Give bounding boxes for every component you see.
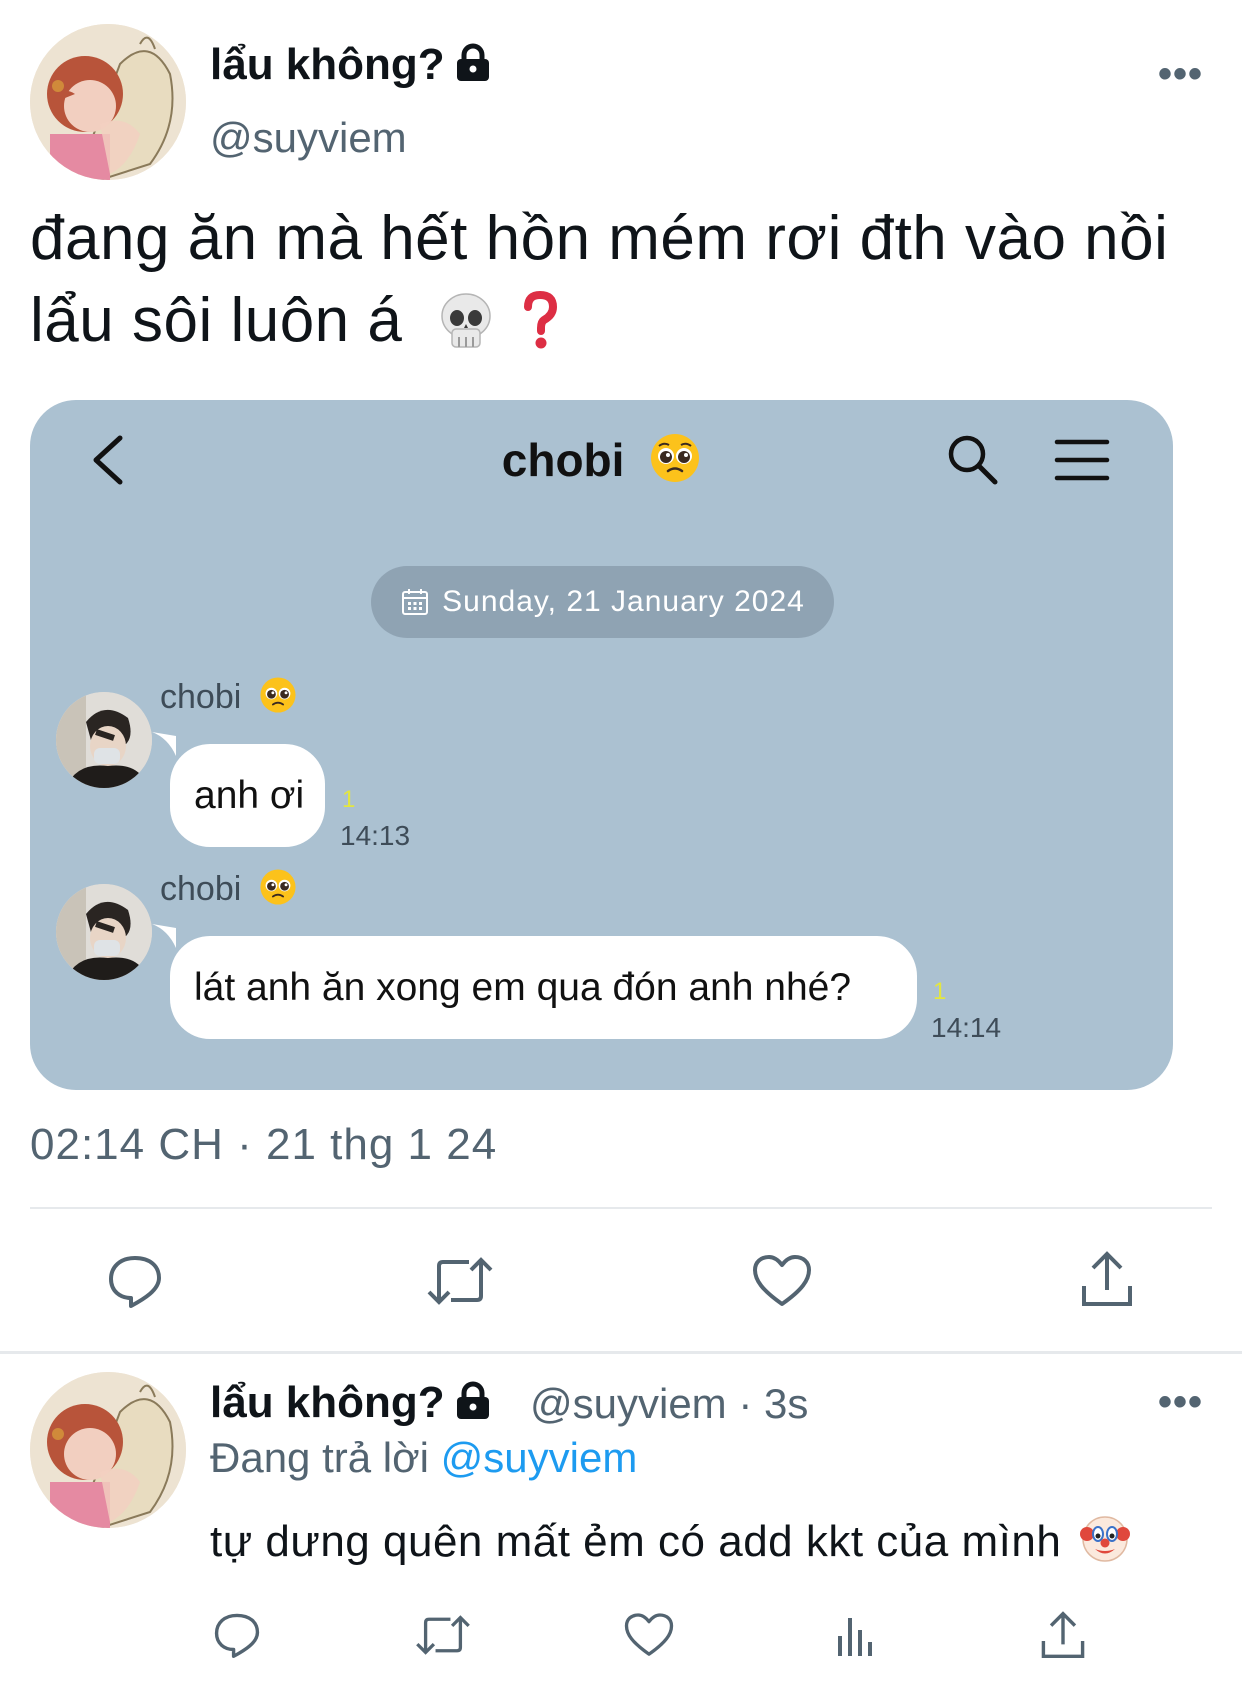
bubble-tail bbox=[152, 924, 176, 948]
bubble-tail bbox=[152, 732, 176, 756]
message-bubble: lát anh ăn xong em qua đón anh nhé? bbox=[170, 936, 917, 1039]
retweet-icon[interactable] bbox=[425, 1254, 495, 1308]
read-count: 1 bbox=[342, 786, 356, 813]
replying-to-mention[interactable]: @suyviem bbox=[441, 1434, 638, 1481]
like-icon[interactable] bbox=[752, 1254, 812, 1308]
user-handle[interactable]: @suyviem bbox=[210, 114, 407, 162]
lock-icon bbox=[455, 1381, 491, 1432]
user-avatar[interactable] bbox=[30, 24, 186, 180]
share-icon[interactable] bbox=[1080, 1250, 1134, 1308]
replying-prefix: Đang trả lời bbox=[210, 1434, 429, 1481]
views-icon[interactable] bbox=[834, 1614, 878, 1658]
menu-icon bbox=[1054, 439, 1110, 481]
message-time: 14:13 bbox=[340, 820, 411, 851]
reply-more-options-button[interactable]: ••• bbox=[1158, 1380, 1203, 1425]
chat-date-pill: Sunday, 21 January 2024 bbox=[371, 566, 834, 638]
pleading-face-emoji bbox=[259, 868, 297, 915]
reply-icon[interactable] bbox=[108, 1254, 162, 1308]
reply-display-name-text: lẩu không? bbox=[210, 1378, 445, 1427]
read-count: 1 bbox=[933, 978, 947, 1005]
lock-icon bbox=[455, 43, 491, 94]
red-question-mark-emoji bbox=[522, 290, 558, 372]
reply-handle-time[interactable]: @suyviem · 3s bbox=[530, 1380, 808, 1428]
tweet-text-line2: lẩu sôi luôn á bbox=[30, 286, 403, 355]
divider bbox=[0, 1351, 1242, 1354]
more-options-button[interactable]: ••• bbox=[1158, 52, 1203, 97]
message-text: anh ơi bbox=[194, 773, 305, 817]
chat-title-text: chobi bbox=[501, 434, 625, 486]
divider bbox=[30, 1207, 1212, 1209]
sender-name: chobi bbox=[160, 868, 297, 915]
reply-text-content: tự dưng quên mất ẻm có add kkt của mình bbox=[210, 1517, 1062, 1566]
calendar-icon bbox=[402, 589, 429, 615]
replying-to-line: Đang trả lời @suyviem bbox=[210, 1434, 637, 1482]
chat-title: chobi bbox=[30, 432, 1173, 495]
reply-display-name[interactable]: lẩu không? bbox=[210, 1378, 491, 1432]
clown-face-emoji bbox=[1080, 1514, 1131, 1575]
sender-name-text: chobi bbox=[160, 870, 242, 908]
share-icon[interactable] bbox=[1040, 1610, 1086, 1660]
chat-screenshot-image[interactable]: chobi Sunday, 21 January 2024 chobi anh … bbox=[30, 400, 1173, 1090]
retweet-icon[interactable] bbox=[414, 1612, 472, 1658]
chat-date-text: Sunday, 21 January 2024 bbox=[442, 585, 805, 618]
tweet-text: đang ăn mà hết hồn mém rơi đth vào nồi l… bbox=[30, 198, 1210, 372]
like-icon[interactable] bbox=[624, 1612, 674, 1658]
sender-avatar bbox=[56, 692, 152, 788]
display-name[interactable]: lẩu không? bbox=[210, 40, 491, 94]
user-avatar[interactable] bbox=[30, 1372, 186, 1528]
sender-name: chobi bbox=[160, 676, 297, 723]
message-time: 14:14 bbox=[931, 1012, 1002, 1043]
skull-emoji bbox=[438, 290, 494, 372]
tweet-text-line2-row: lẩu sôi luôn á bbox=[30, 280, 1210, 372]
reply-icon[interactable] bbox=[214, 1612, 260, 1658]
message-text: lát anh ăn xong em qua đón anh nhé? bbox=[194, 965, 852, 1009]
reply-text: tự dưng quên mất ẻm có add kkt của mình bbox=[210, 1514, 1131, 1575]
tweet-timestamp[interactable]: 02:14 CH · 21 thg 1 24 bbox=[30, 1120, 497, 1170]
display-name-text: lẩu không? bbox=[210, 40, 445, 89]
pleading-face-emoji bbox=[649, 432, 701, 495]
pleading-face-emoji bbox=[259, 676, 297, 723]
sender-avatar bbox=[56, 884, 152, 980]
tweet-text-line1: đang ăn mà hết hồn mém rơi đth vào nồi bbox=[30, 204, 1169, 273]
message-bubble: anh ơi bbox=[170, 744, 325, 847]
sender-name-text: chobi bbox=[160, 678, 242, 716]
search-icon bbox=[948, 435, 998, 485]
